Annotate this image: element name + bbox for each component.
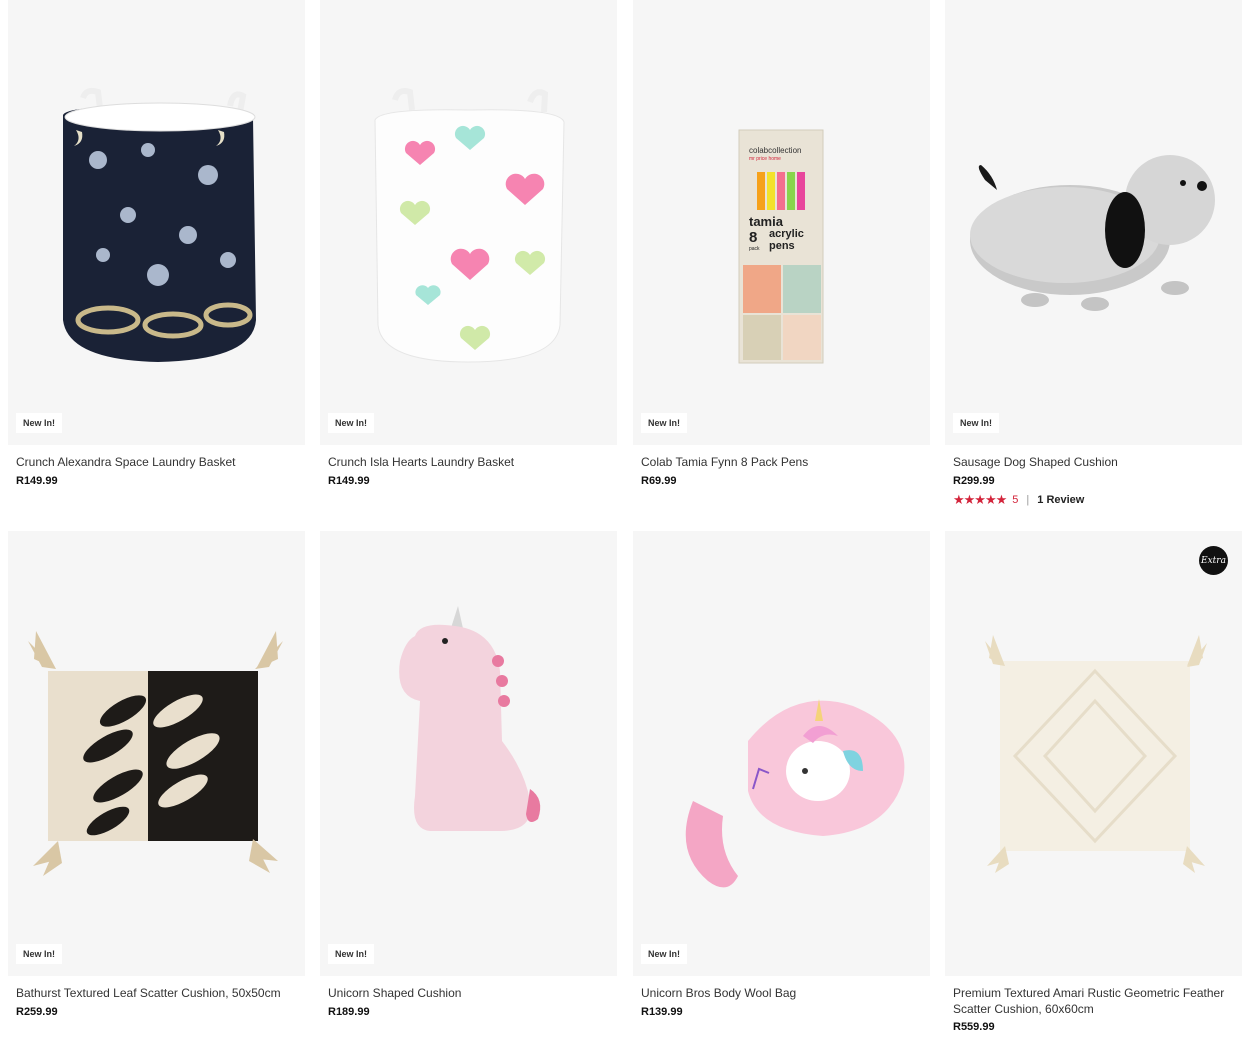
product-price: R189.99: [328, 1005, 370, 1018]
new-in-badge: New In!: [16, 944, 63, 964]
product-image[interactable]: New In!: [320, 0, 617, 445]
rating-stars: ★★★★★: [953, 491, 1007, 507]
product-name[interactable]: Colab Tamia Fynn 8 Pack Pens: [641, 455, 916, 471]
product-image[interactable]: New In!: [320, 531, 617, 976]
rating-value: 5: [1012, 493, 1019, 506]
product-name[interactable]: Unicorn Bros Body Wool Bag: [641, 986, 916, 1002]
pen-pack-title: tamia: [749, 214, 783, 229]
product-name[interactable]: Sausage Dog Shaped Cushion: [953, 455, 1228, 471]
pen-pack-item: pens: [769, 240, 795, 252]
product-card[interactable]: New In! Sausage Dog Shaped Cushion R299.…: [945, 0, 1242, 508]
product-card[interactable]: New In! Crunch Alexandra Space Laundry B…: [8, 0, 305, 487]
product-name[interactable]: Unicorn Shaped Cushion: [328, 986, 603, 1002]
product-name[interactable]: Crunch Alexandra Space Laundry Basket: [16, 455, 291, 471]
new-in-badge: New In!: [641, 413, 688, 433]
new-in-badge: New In!: [641, 944, 688, 964]
product-price: R139.99: [641, 1005, 683, 1018]
product-price: R559.99: [953, 1021, 995, 1033]
product-card[interactable]: New In! Unicorn Shaped Cushion R189.99: [320, 531, 617, 1018]
new-in-badge: New In!: [953, 413, 1000, 433]
pen-pack-store: mr price home: [749, 156, 781, 162]
new-in-badge: New In!: [328, 413, 375, 433]
product-name[interactable]: Bathurst Textured Leaf Scatter Cushion, …: [16, 986, 291, 1002]
product-rating[interactable]: ★★★★★ 5 | 1 Review: [953, 492, 1242, 508]
product-card[interactable]: Extra Premium Textured Amari Rustic Geom…: [945, 531, 1242, 1033]
product-card[interactable]: colabcollection mr price home tamia 8 pa…: [633, 0, 930, 487]
product-image[interactable]: New In!: [945, 0, 1242, 445]
new-in-badge: New In!: [328, 944, 375, 964]
product-image[interactable]: New In!: [633, 531, 930, 976]
product-image[interactable]: New In!: [8, 531, 305, 976]
pen-pack-unit: pack: [749, 246, 760, 252]
rating-separator: |: [1026, 493, 1030, 506]
new-in-badge: New In!: [16, 413, 63, 433]
product-card[interactable]: New In! Unicorn Bros Body Wool Bag R139.…: [633, 531, 930, 1018]
extra-badge: Extra: [1199, 546, 1228, 575]
product-name[interactable]: Crunch Isla Hearts Laundry Basket: [328, 455, 603, 471]
product-price: R149.99: [16, 474, 58, 487]
product-image[interactable]: colabcollection mr price home tamia 8 pa…: [633, 0, 930, 445]
product-card[interactable]: New In! Crunch Isla Hearts Laundry Baske…: [320, 0, 617, 487]
product-price: R149.99: [328, 474, 370, 487]
pen-pack-count: 8: [749, 229, 758, 246]
product-price: R69.99: [641, 474, 677, 487]
pen-pack-type: acrylic: [769, 228, 804, 240]
review-count-link[interactable]: 1 Review: [1037, 494, 1084, 506]
product-price: R259.99: [16, 1005, 58, 1018]
product-image[interactable]: New In!: [8, 0, 305, 445]
product-name[interactable]: Premium Textured Amari Rustic Geometric …: [953, 986, 1228, 1017]
product-image[interactable]: Extra: [945, 531, 1242, 976]
pen-pack-brand: colabcollection: [749, 146, 802, 155]
product-price: R299.99: [953, 474, 995, 487]
product-card[interactable]: New In! Bathurst Textured Leaf Scatter C…: [8, 531, 305, 1018]
